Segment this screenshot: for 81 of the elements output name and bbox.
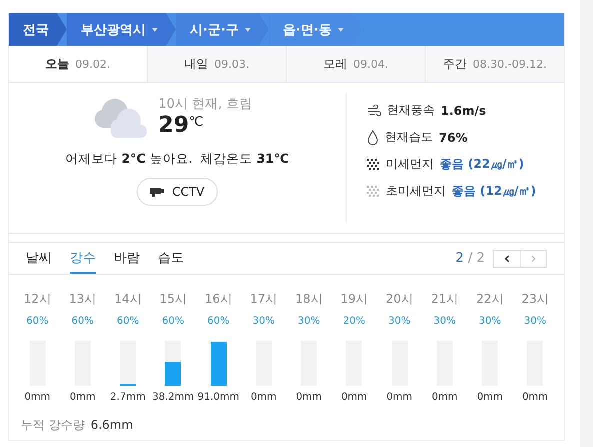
breadcrumb-label: 시·군·구	[190, 22, 239, 38]
rain-amount: 0mm	[522, 392, 548, 403]
detail-label: 현재습도	[385, 129, 433, 146]
rain-chance: 30%	[388, 316, 411, 327]
total-value: 6.6mm	[90, 418, 134, 432]
day-label: 모레	[324, 56, 348, 72]
wind-icon	[367, 104, 381, 116]
rain-chance: 60%	[208, 316, 230, 327]
camera-icon	[150, 187, 166, 197]
rain-amount: 0mm	[296, 392, 322, 403]
hour-label: 15시	[160, 291, 188, 308]
day-label: 내일	[184, 56, 208, 72]
rain-chance: 30%	[252, 316, 275, 327]
rain-chance: 60%	[26, 316, 49, 327]
detail-label: 초미세먼지	[386, 183, 446, 200]
chart-tab[interactable]: 습도	[158, 243, 184, 274]
drop-icon	[367, 130, 379, 146]
detail-label: 미세먼지	[386, 156, 434, 173]
rain-amount: 0mm	[250, 392, 277, 403]
chart-tab[interactable]: 날씨	[26, 243, 52, 274]
detail-value: 좋음 (12㎍/㎥)	[452, 183, 536, 200]
breadcrumb-label: 부산광역시	[81, 22, 146, 38]
hour-label: 19시	[340, 291, 368, 308]
day-tab[interactable]: 주간 08.30.-09.12.	[426, 46, 564, 82]
breadcrumb-label: 읍·면·동	[282, 22, 332, 38]
day-label: 주간	[443, 56, 468, 72]
day-date: 09.03.	[214, 58, 250, 70]
dots-icon	[367, 186, 380, 197]
rain-amount: 38.2mm	[152, 392, 194, 403]
weather-summary: 어제보다 2°C 높아요. 체감온도 31℃	[66, 151, 290, 168]
cctv-button[interactable]: CCTV	[137, 178, 218, 206]
hour-label: 14시	[114, 291, 142, 308]
rain-chance: 30%	[298, 316, 320, 327]
rain-chance: 20%	[343, 316, 366, 327]
day-tab[interactable]: 내일 09.03.	[148, 46, 287, 82]
rain-amount: 0mm	[341, 392, 368, 403]
total-label: 누적 강수량	[21, 418, 85, 432]
temperature: 29	[158, 113, 190, 138]
weather-status: 10시 현재, 흐림	[158, 96, 252, 113]
day-date: 09.04.	[354, 58, 388, 70]
chart-tab[interactable]: 바람	[114, 243, 140, 274]
rain-amount: 0mm	[477, 392, 504, 403]
rain-amount: 0mm	[24, 392, 51, 403]
dots-icon	[367, 159, 380, 170]
detail-value: 76%	[439, 130, 468, 144]
rain-chance: 30%	[524, 316, 546, 327]
rain-chance: 30%	[434, 316, 456, 327]
detail-value: 좋음 (22㎍/㎥)	[440, 156, 524, 173]
rain-chance: 60%	[72, 316, 94, 327]
rain-amount: 2.7mm	[110, 392, 146, 403]
hour-label: 16시	[204, 291, 232, 308]
chevron-left-icon	[504, 254, 510, 262]
hour-label: 13시	[69, 291, 97, 308]
chevron-right-icon	[530, 254, 536, 262]
breadcrumb-item[interactable]: 전국	[9, 13, 67, 46]
temperature-unit: ℃	[189, 115, 204, 130]
hour-label: 17시	[250, 291, 278, 308]
rain-chance: 30%	[479, 316, 502, 327]
detail-value: 1.6m/s	[441, 104, 486, 118]
page-indicator: 2 / 2	[456, 251, 485, 266]
rain-amount: 0mm	[70, 392, 96, 403]
day-label: 오늘	[46, 56, 70, 72]
detail-label: 현재풍속	[387, 102, 435, 119]
rain-amount: 0mm	[432, 392, 458, 403]
day-date: 08.30.-09.12.	[473, 58, 547, 70]
hour-label: 12시	[24, 291, 52, 308]
hour-label: 23시	[522, 291, 550, 308]
rain-amount: 0mm	[386, 392, 413, 403]
hour-label: 18시	[295, 291, 323, 308]
day-date: 09.02.	[76, 58, 110, 70]
rain-chance: 60%	[162, 316, 184, 327]
rain-chance: 60%	[117, 316, 140, 327]
breadcrumb-label: 전국	[23, 22, 49, 38]
day-tab[interactable]: 모레 09.04.	[287, 46, 426, 82]
breadcrumb-item[interactable]: 시·군·구	[176, 13, 269, 46]
rain-amount: 91.0mm	[198, 392, 240, 403]
hour-label: 22시	[476, 291, 504, 308]
breadcrumb-item[interactable]: 부산광역시	[67, 13, 176, 46]
hour-label: 21시	[431, 291, 459, 308]
chart-tab[interactable]: 강수	[70, 243, 96, 274]
hour-label: 20시	[386, 291, 414, 308]
